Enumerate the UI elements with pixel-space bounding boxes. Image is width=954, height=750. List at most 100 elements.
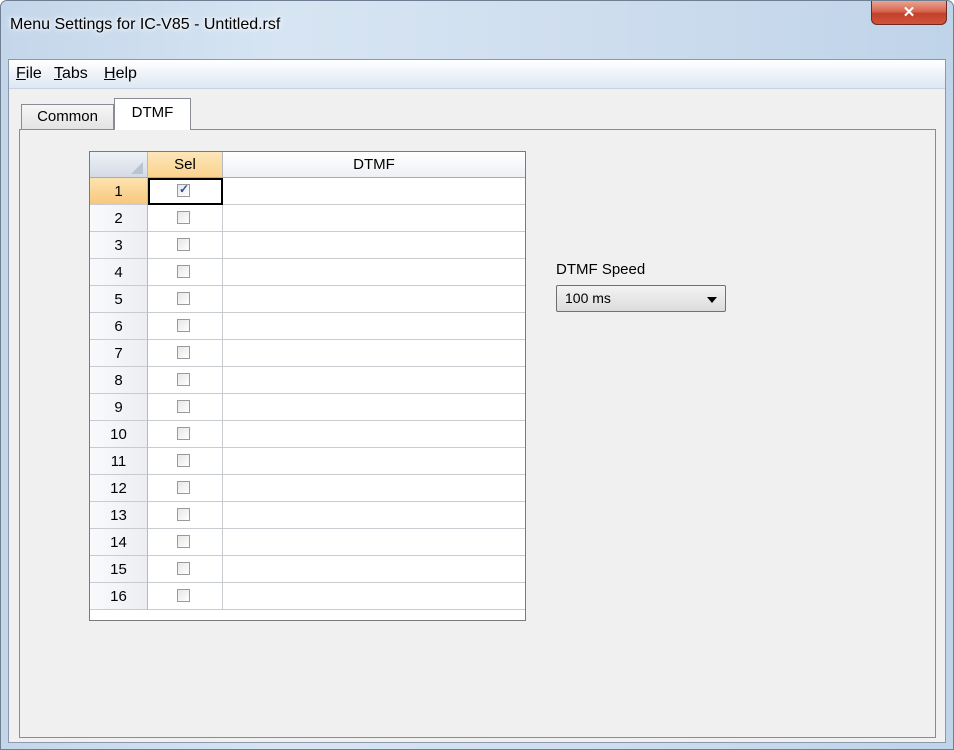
sel-cell[interactable] xyxy=(148,340,223,367)
table-row[interactable]: 15 xyxy=(90,556,525,583)
sel-cell[interactable]: ✓ xyxy=(148,178,223,205)
sel-checkbox[interactable] xyxy=(177,265,190,278)
dropdown-arrow-icon xyxy=(707,297,717,303)
dtmf-grid: Sel DTMF 1 ✓ 2 3 4 5 6 7 8 9 10 11 12 13 14 15 16 xyxy=(89,151,526,621)
table-row[interactable]: 14 xyxy=(90,529,525,556)
row-header[interactable]: 2 xyxy=(90,205,148,232)
dtmf-cell[interactable] xyxy=(223,286,525,313)
menu-help[interactable]: Help xyxy=(104,65,137,83)
sel-checkbox[interactable] xyxy=(177,562,190,575)
sel-cell[interactable] xyxy=(148,205,223,232)
dtmf-cell[interactable] xyxy=(223,178,525,205)
title-bar[interactable]: Menu Settings for IC-V85 - Untitled.rsf … xyxy=(1,1,953,59)
table-row[interactable]: 12 xyxy=(90,475,525,502)
dtmf-cell[interactable] xyxy=(223,232,525,259)
dtmf-cell[interactable] xyxy=(223,259,525,286)
sel-checkbox[interactable] xyxy=(177,481,190,494)
sel-checkbox[interactable] xyxy=(177,346,190,359)
sel-checkbox[interactable] xyxy=(177,292,190,305)
row-header[interactable]: 13 xyxy=(90,502,148,529)
sel-cell[interactable] xyxy=(148,448,223,475)
sel-checkbox[interactable]: ✓ xyxy=(177,182,190,197)
sel-cell[interactable] xyxy=(148,529,223,556)
sel-checkbox[interactable] xyxy=(177,508,190,521)
row-header[interactable]: 3 xyxy=(90,232,148,259)
sel-checkbox[interactable] xyxy=(177,319,190,332)
sel-cell[interactable] xyxy=(148,421,223,448)
sel-checkbox[interactable] xyxy=(177,454,190,467)
dtmf-cell[interactable] xyxy=(223,583,525,610)
table-row[interactable]: 6 xyxy=(90,313,525,340)
sel-cell[interactable] xyxy=(148,556,223,583)
row-header[interactable]: 5 xyxy=(90,286,148,313)
sel-cell[interactable] xyxy=(148,367,223,394)
table-row[interactable]: 16 xyxy=(90,583,525,610)
dtmf-cell[interactable] xyxy=(223,556,525,583)
sel-cell[interactable] xyxy=(148,475,223,502)
sel-cell[interactable] xyxy=(148,313,223,340)
row-header[interactable]: 9 xyxy=(90,394,148,421)
grid-select-all-corner[interactable] xyxy=(90,152,148,178)
window-title: Menu Settings for IC-V85 - Untitled.rsf xyxy=(10,16,281,33)
dtmf-cell[interactable] xyxy=(223,475,525,502)
dtmf-cell[interactable] xyxy=(223,448,525,475)
menu-bar: File Tabs Help xyxy=(9,60,945,89)
dtmf-cell[interactable] xyxy=(223,502,525,529)
table-row[interactable]: 8 xyxy=(90,367,525,394)
row-header[interactable]: 10 xyxy=(90,421,148,448)
row-header[interactable]: 1 xyxy=(90,178,148,205)
sel-cell[interactable] xyxy=(148,232,223,259)
sel-checkbox[interactable] xyxy=(177,211,190,224)
sel-checkbox[interactable] xyxy=(177,535,190,548)
row-header[interactable]: 11 xyxy=(90,448,148,475)
row-header[interactable]: 14 xyxy=(90,529,148,556)
dtmf-cell[interactable] xyxy=(223,340,525,367)
row-header[interactable]: 15 xyxy=(90,556,148,583)
sel-cell[interactable] xyxy=(148,502,223,529)
table-row[interactable]: 3 xyxy=(90,232,525,259)
table-row[interactable]: 2 xyxy=(90,205,525,232)
column-header-sel[interactable]: Sel xyxy=(148,152,223,178)
client-area: File Tabs Help Common DTMF Sel DTMF 1 ✓ 2 3… xyxy=(8,59,946,743)
menu-tabs[interactable]: Tabs xyxy=(54,65,88,83)
dtmf-cell[interactable] xyxy=(223,367,525,394)
table-row[interactable]: 5 xyxy=(90,286,525,313)
row-header[interactable]: 8 xyxy=(90,367,148,394)
table-row[interactable]: 11 xyxy=(90,448,525,475)
sel-checkbox[interactable] xyxy=(177,400,190,413)
table-row[interactable]: 13 xyxy=(90,502,525,529)
table-row[interactable]: 4 xyxy=(90,259,525,286)
sel-cell[interactable] xyxy=(148,583,223,610)
tab-panel-dtmf: Sel DTMF 1 ✓ 2 3 4 5 6 7 8 9 10 11 12 13 14 15 16 DTMF S… xyxy=(19,129,936,738)
sel-checkbox[interactable] xyxy=(177,589,190,602)
sel-checkbox[interactable] xyxy=(177,373,190,386)
table-row[interactable]: 10 xyxy=(90,421,525,448)
close-button[interactable]: ✕ xyxy=(871,1,947,25)
tab-dtmf[interactable]: DTMF xyxy=(114,98,191,130)
dtmf-cell[interactable] xyxy=(223,529,525,556)
checkmark-icon: ✓ xyxy=(179,182,190,196)
row-header[interactable]: 16 xyxy=(90,583,148,610)
sel-cell[interactable] xyxy=(148,286,223,313)
sel-cell[interactable] xyxy=(148,394,223,421)
dtmf-speed-select[interactable]: 100 ms xyxy=(556,285,726,312)
dtmf-cell[interactable] xyxy=(223,313,525,340)
row-header[interactable]: 12 xyxy=(90,475,148,502)
sel-checkbox[interactable] xyxy=(177,427,190,440)
dtmf-cell[interactable] xyxy=(223,205,525,232)
dtmf-cell[interactable] xyxy=(223,394,525,421)
tab-common[interactable]: Common xyxy=(21,104,114,130)
column-header-dtmf[interactable]: DTMF xyxy=(223,152,525,178)
row-header[interactable]: 7 xyxy=(90,340,148,367)
table-row[interactable]: 9 xyxy=(90,394,525,421)
row-header[interactable]: 4 xyxy=(90,259,148,286)
table-row[interactable]: 1 ✓ xyxy=(90,178,525,205)
close-icon: ✕ xyxy=(902,4,916,21)
sel-checkbox[interactable] xyxy=(177,238,190,251)
menu-file[interactable]: File xyxy=(16,65,42,83)
sel-cell[interactable] xyxy=(148,259,223,286)
dtmf-cell[interactable] xyxy=(223,421,525,448)
table-row[interactable]: 7 xyxy=(90,340,525,367)
row-header[interactable]: 6 xyxy=(90,313,148,340)
dtmf-speed-value: 100 ms xyxy=(565,290,611,306)
